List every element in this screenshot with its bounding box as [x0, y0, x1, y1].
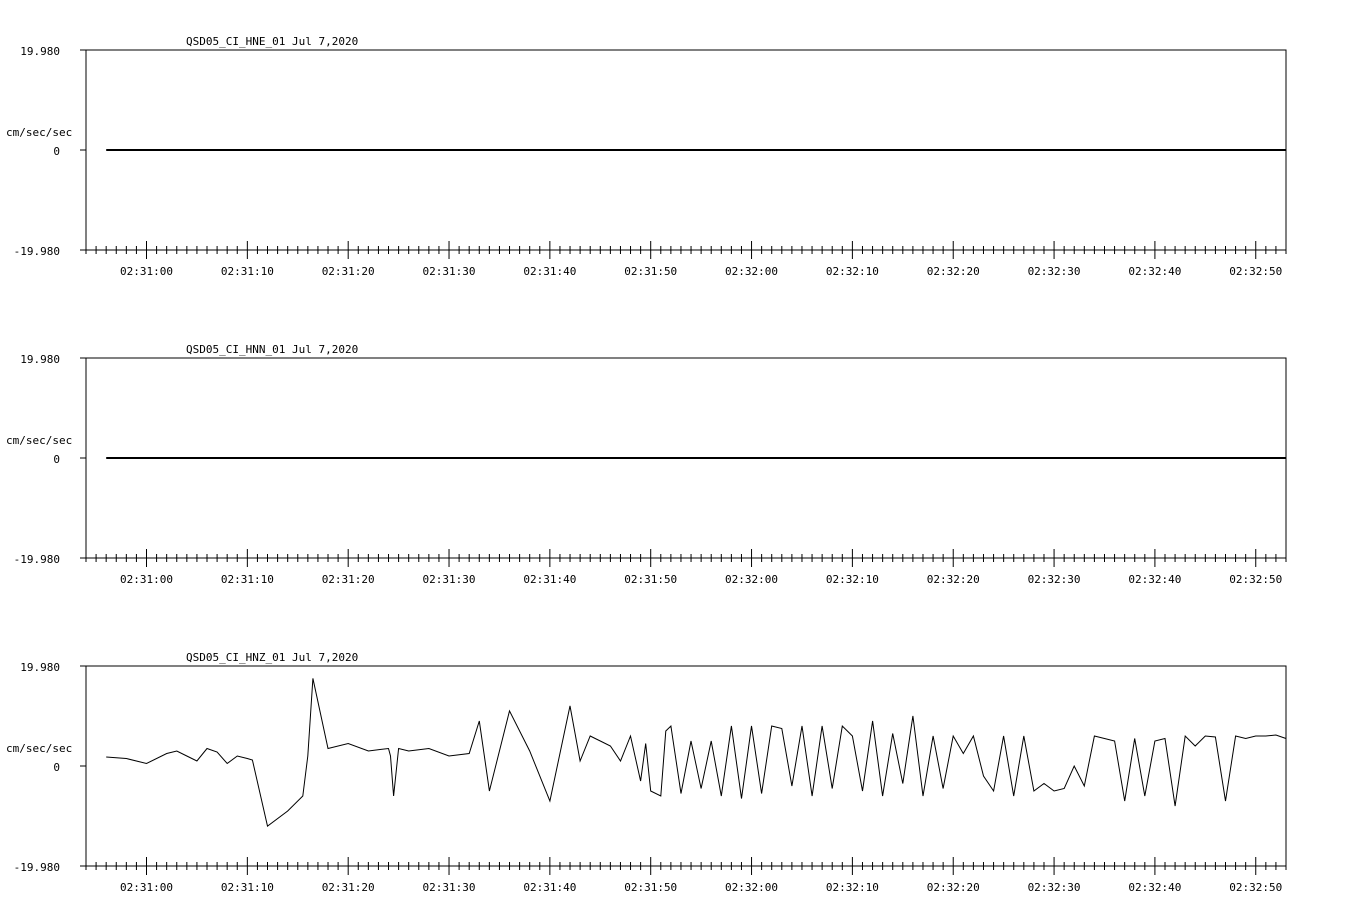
x-tick-label: 02:31:50: [624, 881, 677, 894]
x-tick-label: 02:31:40: [523, 265, 576, 278]
x-tick-label: 02:32:20: [927, 265, 980, 278]
y-tick-label-bottom: -19.980: [14, 861, 60, 874]
x-axis-tick-labels: 02:31:00 02:31:10 02:31:20 02:31:30 02:31:40…: [120, 265, 1282, 278]
x-tick-label: 02:32:50: [1229, 881, 1282, 894]
panel-hnn: QSD05_CI_HNN_01 Jul 7,2020 cm/sec/sec 19…: [6, 343, 1287, 586]
trace-line-0: [106, 678, 1287, 827]
x-tick-label: 02:31:20: [322, 265, 375, 278]
x-tick-label: 02:31:00: [120, 881, 173, 894]
x-tick-label: 02:31:40: [523, 881, 576, 894]
y-tick-label-zero: 0: [53, 453, 60, 466]
x-axis-ticks: [80, 49, 1287, 259]
panel-title: QSD05_CI_HNN_01 Jul 7,2020: [186, 343, 358, 356]
x-tick-label: 02:31:50: [624, 573, 677, 586]
x-tick-label: 02:31:20: [322, 573, 375, 586]
x-axis-ticks: [80, 357, 1287, 567]
x-tick-label: 02:31:30: [423, 881, 476, 894]
x-tick-label: 02:32:00: [725, 573, 778, 586]
x-tick-label: 02:32:10: [826, 573, 879, 586]
x-tick-label: 02:31:10: [221, 265, 274, 278]
panel-hne: QSD05_CI_HNE_01 Jul 7,2020 cm/sec/sec 19…: [6, 35, 1287, 278]
x-tick-label: 02:32:40: [1128, 573, 1181, 586]
x-axis-tick-labels: 02:31:00 02:31:10 02:31:20 02:31:30 02:31:40…: [120, 573, 1282, 586]
panel-hnz: QSD05_CI_HNZ_01 Jul 7,2020 cm/sec/sec 19…: [6, 651, 1287, 894]
y-tick-label-top: 19.980: [20, 353, 60, 366]
y-tick-label-zero: 0: [53, 145, 60, 158]
x-tick-label: 02:32:30: [1028, 265, 1081, 278]
x-tick-label: 02:31:10: [221, 881, 274, 894]
x-tick-label: 02:32:40: [1128, 881, 1181, 894]
x-tick-label: 02:32:00: [725, 265, 778, 278]
x-tick-label: 02:32:40: [1128, 265, 1181, 278]
x-tick-label: 02:31:30: [423, 573, 476, 586]
y-tick-label-top: 19.980: [20, 45, 60, 58]
y-tick-label-bottom: -19.980: [14, 553, 60, 566]
x-tick-label: 02:32:50: [1229, 573, 1282, 586]
x-tick-label: 02:32:10: [826, 881, 879, 894]
x-tick-label: 02:32:30: [1028, 573, 1081, 586]
y-tick-label-top: 19.980: [20, 661, 60, 674]
x-tick-label: 02:32:00: [725, 881, 778, 894]
series-group: [106, 678, 1287, 827]
panel-title: QSD05_CI_HNE_01 Jul 7,2020: [186, 35, 358, 48]
x-tick-label: 02:31:30: [423, 265, 476, 278]
seismogram-figure: QSD05_CI_HNE_01 Jul 7,2020 cm/sec/sec 19…: [6, 35, 1287, 894]
panel-title: QSD05_CI_HNZ_01 Jul 7,2020: [186, 651, 358, 664]
x-tick-label: 02:31:20: [322, 881, 375, 894]
x-tick-label: 02:31:40: [523, 573, 576, 586]
x-tick-label: 02:32:20: [927, 881, 980, 894]
x-axis-tick-labels: 02:31:00 02:31:10 02:31:20 02:31:30 02:31:40…: [120, 881, 1282, 894]
x-tick-label: 02:31:00: [120, 265, 173, 278]
y-tick-label-bottom: -19.980: [14, 245, 60, 258]
y-axis-label: cm/sec/sec: [6, 434, 72, 447]
x-tick-label: 02:32:20: [927, 573, 980, 586]
x-axis-ticks: [80, 665, 1287, 875]
y-tick-label-zero: 0: [53, 761, 60, 774]
x-tick-label: 02:31:10: [221, 573, 274, 586]
x-tick-label: 02:31:00: [120, 573, 173, 586]
x-tick-label: 02:32:10: [826, 265, 879, 278]
y-axis-label: cm/sec/sec: [6, 742, 72, 755]
x-tick-label: 02:31:50: [624, 265, 677, 278]
y-axis-label: cm/sec/sec: [6, 126, 72, 139]
x-tick-label: 02:32:30: [1028, 881, 1081, 894]
x-tick-label: 02:32:50: [1229, 265, 1282, 278]
